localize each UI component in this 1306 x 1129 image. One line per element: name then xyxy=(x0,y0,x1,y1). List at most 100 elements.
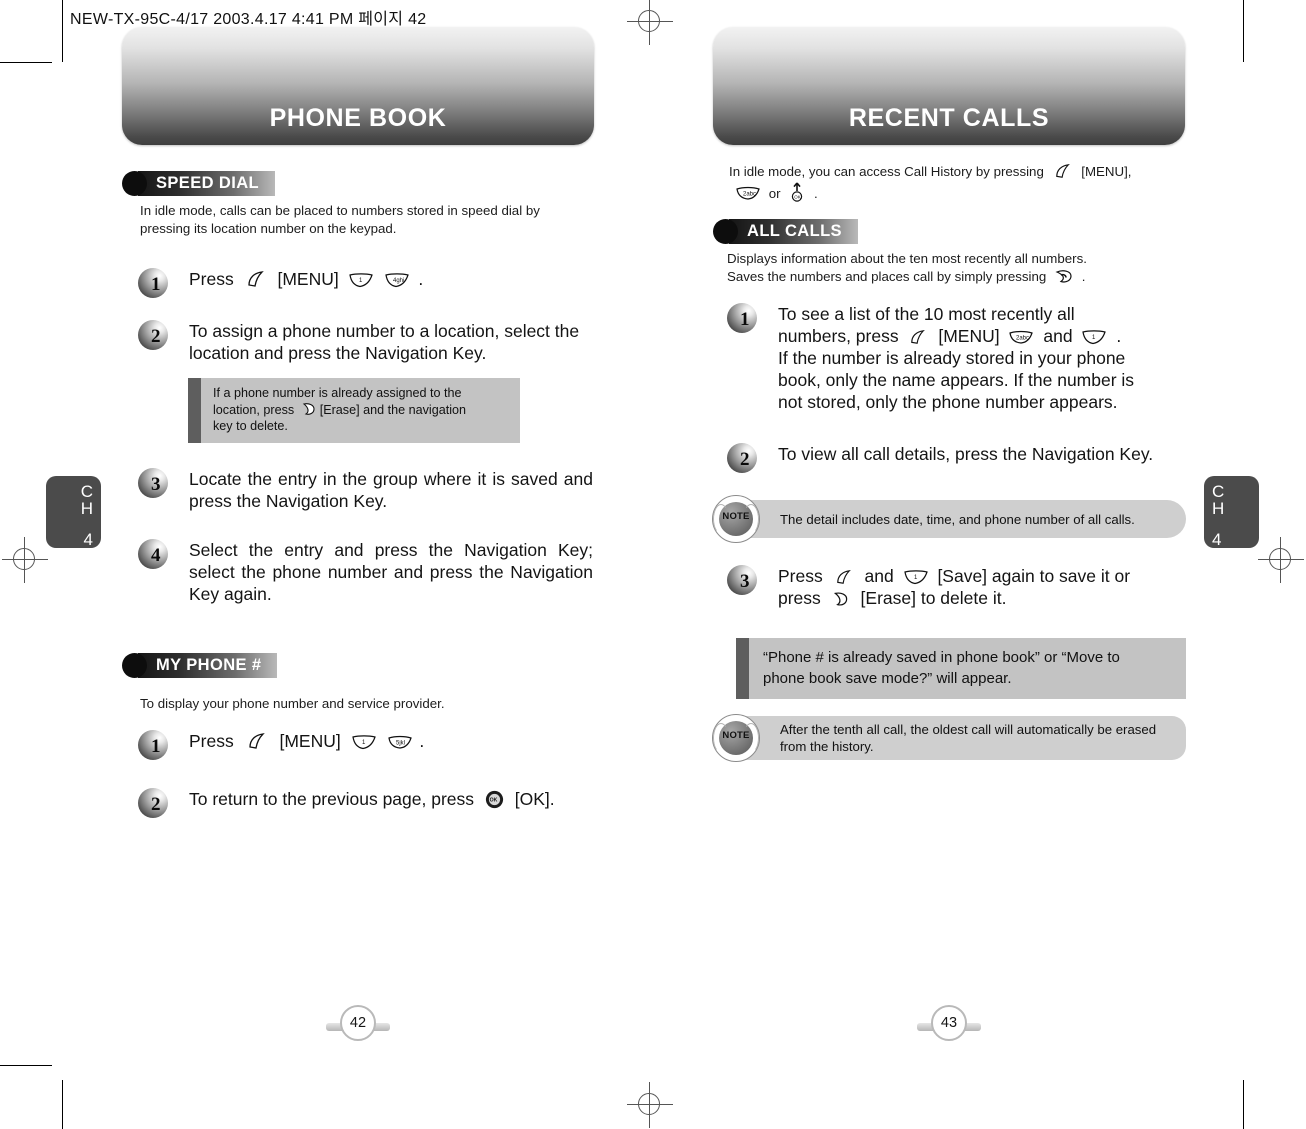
folio-number: 42 xyxy=(340,1005,376,1041)
callout-line-1: If a phone number is already assigned to… xyxy=(213,386,462,400)
svg-text:2abc: 2abc xyxy=(1016,336,1029,342)
svg-text:4ghi: 4ghi xyxy=(393,278,404,284)
step-line-2c: and xyxy=(1043,326,1073,346)
step-line-1: To see a list of the 10 most recently al… xyxy=(778,304,1075,324)
folio-number: 43 xyxy=(931,1005,967,1041)
crop-mark-top-right-vertical xyxy=(1243,0,1245,62)
chapter-tab-right: C H 4 xyxy=(1204,476,1259,548)
all-calls-step-1: 1 To see a list of the 10 most recently … xyxy=(727,303,1192,413)
chapter-tab-ch-c: C xyxy=(1212,482,1225,501)
speed-dial-step-1: 1 Press [MENU] 1 4ghi . xyxy=(138,268,590,298)
keypad-2abc-icon: 2abc xyxy=(735,185,761,201)
step-text: Press and 1 [Save] again to save it or p… xyxy=(778,565,1192,609)
bullet-icon xyxy=(713,219,738,244)
step-text: To assign a phone number to a location, … xyxy=(189,321,580,363)
svg-text:5jkl: 5jkl xyxy=(396,741,405,747)
step-text-before: To return to the previous page, press xyxy=(189,789,475,809)
intro-text-tail: [MENU], xyxy=(1081,164,1132,179)
crop-mark-bottom-right-vertical xyxy=(1243,1080,1245,1129)
chapter-tab-ch-h: H xyxy=(1212,499,1225,518)
keypad-1-icon: 1 xyxy=(348,272,374,288)
intro-text: In idle mode, you can access Call Histor… xyxy=(729,164,1044,179)
callout-line-2: phone book save mode?” will appear. xyxy=(763,670,1012,687)
note-badge-icon: NOTE xyxy=(712,714,760,762)
chapter-tab-left: C H 4 xyxy=(46,476,101,548)
erase-key-icon xyxy=(301,402,317,416)
chapter-tab-number: 4 xyxy=(1212,530,1222,549)
intro-text: Saves the numbers and places call by sim… xyxy=(727,269,1047,284)
registration-mark-left-middle xyxy=(2,537,48,583)
recent-calls-intro-line-1: In idle mode, you can access Call Histor… xyxy=(729,163,1199,181)
chapter-tab-ch-c: C xyxy=(80,482,93,501)
left-page-banner: PHONE BOOK xyxy=(122,27,594,145)
ok-key-icon: OK xyxy=(485,790,504,814)
step-number: 1 xyxy=(740,309,750,330)
all-calls-step-3: 3 Press and 1 [Save] again to save it or… xyxy=(727,565,1192,609)
section-heading-speed-dial: SPEED DIAL xyxy=(122,171,276,196)
step-number-badge: 1 xyxy=(138,730,172,764)
send-key-icon xyxy=(1054,268,1074,284)
keypad-4ghi-icon: 4ghi xyxy=(384,272,410,288)
speed-dial-intro: In idle mode, calls can be placed to num… xyxy=(140,203,540,236)
menu-key-icon xyxy=(1053,163,1073,179)
callout-body: If a phone number is already assigned to… xyxy=(201,378,478,443)
registration-mark-top-center xyxy=(627,0,673,45)
intro-text-tail: . xyxy=(1081,269,1086,284)
step-line-3: If the number is already stored in your … xyxy=(778,348,1126,368)
crop-mark-top-left-horizontal xyxy=(0,62,52,64)
step-number: 4 xyxy=(151,545,161,566)
step-number-badge: 1 xyxy=(138,268,172,302)
step-text: Press [MENU] 1 4ghi . xyxy=(189,268,590,290)
note-1: NOTE The detail includes date, time, and… xyxy=(712,495,1186,543)
step-number: 3 xyxy=(740,571,750,592)
note-badge-icon: NOTE xyxy=(712,495,760,543)
speed-dial-step-3: 3 Locate the entry in the group where it… xyxy=(138,468,593,512)
my-phone-step-2: 2 To return to the previous page, press … xyxy=(138,788,598,818)
section-heading-label: ALL CALLS xyxy=(729,219,858,244)
step-text: Select the entry and press the Navigatio… xyxy=(189,540,593,604)
folio-right: 43 xyxy=(917,1005,981,1049)
step-text-after: [OK]. xyxy=(514,789,555,809)
intro-tail-text: . xyxy=(813,186,818,201)
chapter-tab-ch-h: H xyxy=(80,499,93,518)
step-text-before: Press xyxy=(189,731,234,751)
crop-mark-top-left-vertical xyxy=(62,0,64,62)
step-text-before: Press xyxy=(189,269,234,289)
step-line-2b: [Erase] to delete it. xyxy=(860,588,1007,608)
step-line-4: book, only the name appears. If the numb… xyxy=(778,370,1135,390)
callout-line-3: key to delete. xyxy=(213,419,288,433)
keypad-1-icon: 1 xyxy=(1081,329,1107,345)
menu-label: [MENU] xyxy=(279,731,341,751)
speed-dial-step-4: 4 Select the entry and press the Navigat… xyxy=(138,539,593,605)
svg-text:2abc: 2abc xyxy=(743,192,756,198)
section-heading-my-phone: MY PHONE # xyxy=(122,653,278,678)
step-text: Press [MENU] 1 5jkl . xyxy=(189,730,593,752)
step-number: 1 xyxy=(151,274,161,295)
callout-accent-bar xyxy=(188,378,201,443)
right-page-banner: RECENT CALLS xyxy=(713,27,1185,145)
registration-mark-right-middle xyxy=(1258,537,1304,583)
menu-key-icon xyxy=(908,329,928,345)
step-number-badge: 2 xyxy=(727,443,761,477)
erase-key-icon xyxy=(832,591,850,607)
nav-up-key-icon: OK xyxy=(789,182,805,202)
folio-left: 42 xyxy=(326,1005,390,1049)
keypad-2abc-icon: 2abc xyxy=(1008,329,1034,345)
registration-mark-bottom-center xyxy=(627,1082,673,1128)
step-text: To see a list of the 10 most recently al… xyxy=(778,303,1192,413)
step-line-5: not stored, only the phone number appear… xyxy=(778,392,1118,412)
section-heading-label: SPEED DIAL xyxy=(138,171,276,196)
step-number-badge: 3 xyxy=(727,565,761,599)
callout-line-2a: location, press xyxy=(213,402,295,417)
all-calls-intro-line-1: Displays information about the ten most … xyxy=(727,251,1087,266)
step-number: 2 xyxy=(151,794,161,815)
step-text: Locate the entry in the group where it i… xyxy=(189,469,593,511)
step-line-1c: [Save] again to save it or xyxy=(937,566,1131,586)
step-line-2: numbers, press [MENU] 2abc and 1 . xyxy=(778,325,1192,347)
recent-calls-intro-line-2: 2abc or OK . xyxy=(735,182,1205,203)
section-heading-label: MY PHONE # xyxy=(138,653,278,678)
step-text-after: . xyxy=(418,269,424,289)
speed-dial-callout: If a phone number is already assigned to… xyxy=(188,378,520,443)
step-line-1: Press and 1 [Save] again to save it or xyxy=(778,565,1192,587)
note-2: NOTE After the tenth all call, the oldes… xyxy=(712,712,1186,764)
